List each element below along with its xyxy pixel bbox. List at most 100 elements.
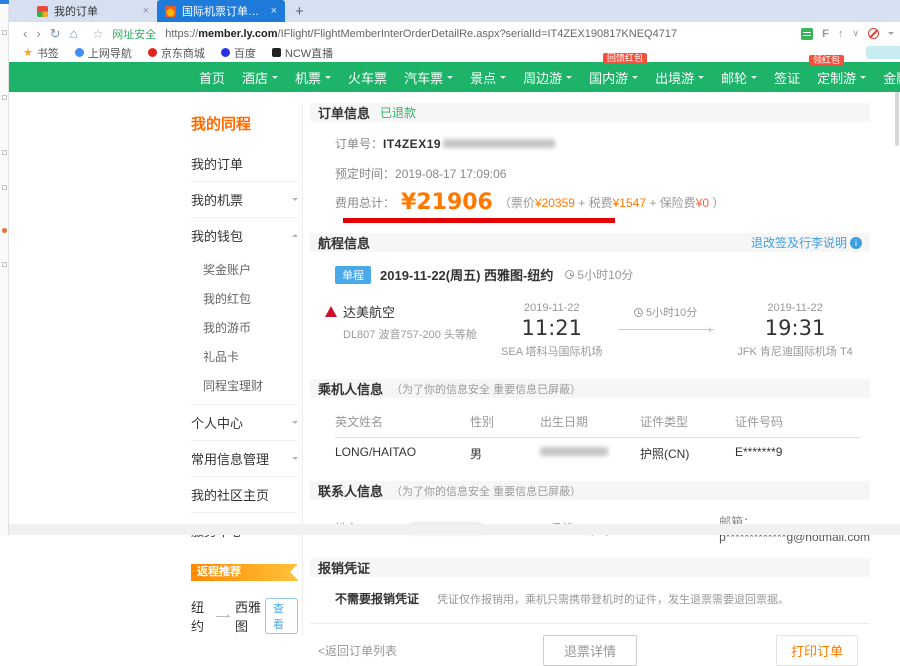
nav-item-outbound[interactable]: 出境游 <box>655 68 704 87</box>
tab-close-icon[interactable]: × <box>143 5 149 17</box>
total-cost-value: ¥21906 <box>401 190 493 215</box>
site-safety-label: 网址安全 <box>112 26 156 42</box>
arrival-column: 2019-11-22 19:31 JFK 肯尼迪国际机场 T4 <box>720 302 870 359</box>
flight-info-header: 航程信息 退改签及行李说明 <box>310 233 870 252</box>
sidebar-item-gift-cards[interactable]: 礼品卡 <box>203 342 298 371</box>
nav-item-scenic[interactable]: 景点 <box>470 68 506 87</box>
nav-promo-badge: 领红包 <box>809 55 844 66</box>
bookmark-favicon <box>272 48 281 57</box>
flight-number-aircraft-cabin: DL807 波音757-200 头等舱 <box>343 326 492 342</box>
refund-policy-link[interactable]: 退改签及行李说明 <box>751 234 862 251</box>
extension-icon[interactable] <box>801 28 813 40</box>
airline-name: 达美航空 <box>343 302 395 321</box>
back-to-orders-link[interactable]: <返回订单列表 <box>318 642 397 659</box>
promo-view-button[interactable]: 查看 <box>265 598 298 634</box>
sidebar-item-community[interactable]: 我的社区主页 <box>191 477 298 513</box>
booking-time-label: 预定时间： <box>335 165 395 182</box>
bookmarks-label: 书签 <box>37 45 59 61</box>
share-icon[interactable]: ↑ <box>838 28 844 40</box>
chevron-down-icon <box>698 76 704 82</box>
clock-icon <box>634 308 643 317</box>
col-header: 英文姓名 <box>335 413 470 430</box>
sidebar-wallet-submenu: 奖金账户 我的红包 我的游币 礼品卡 同程宝理财 <box>191 253 298 405</box>
section-title: 报销凭证 <box>318 558 370 577</box>
arrival-airport: JFK 肯尼迪国际机场 T4 <box>720 343 870 359</box>
nav-promo-badge: 回馈红包 <box>603 53 647 64</box>
new-tab-button[interactable]: + <box>285 0 314 22</box>
section-title: 联系人信息 <box>318 481 383 500</box>
chevron-down-icon <box>751 76 757 82</box>
tab-order-detail[interactable]: 国际机票订单明细 × <box>157 0 285 22</box>
nav-item-train[interactable]: 火车票 <box>348 68 387 87</box>
nav-item-domestic[interactable]: 国内游 <box>589 68 638 87</box>
sidebar-item-wealth[interactable]: 同程宝理财 <box>203 371 298 400</box>
chevron-down-icon <box>860 76 866 82</box>
red-highlight-bar <box>343 218 615 223</box>
chevron-down-icon[interactable]: ∨ <box>852 28 859 39</box>
sidebar-title: 我的同程 <box>191 113 298 134</box>
trip-type-badge: 单程 <box>335 266 371 284</box>
trip-summary-line: 单程 2019-11-22(周五) 西雅图-纽约 5小时10分 <box>335 265 870 284</box>
tab-title: 国际机票订单明细 <box>182 3 265 19</box>
bookmark-item[interactable]: NCW直播 <box>272 45 333 61</box>
nav-item-cruise[interactable]: 邮轮 <box>721 68 757 87</box>
section-title: 航程信息 <box>318 233 370 252</box>
footer-actions: <返回订单列表 退票详情 打印订单 <box>310 635 870 665</box>
flight-segment-row: 达美航空 DL807 波音757-200 头等舱 2019-11-22 11:2… <box>325 302 870 359</box>
refund-detail-button[interactable]: 退票详情 <box>543 635 637 666</box>
promo-tooltip-corner <box>866 46 900 59</box>
forward-icon[interactable]: › <box>36 27 40 40</box>
bottom-band <box>0 524 900 535</box>
bookmark-item[interactable]: 京东商城 <box>148 45 205 61</box>
table-header-row: 英文姓名 性别 出生日期 证件类型 证件号码 <box>335 406 860 438</box>
booking-time-value: 2019-08-17 17:09:06 <box>395 167 506 181</box>
flash-icon[interactable]: F <box>822 28 829 40</box>
chevron-down-icon <box>292 198 298 204</box>
sidebar-item-my-orders[interactable]: 我的订单 <box>191 146 298 182</box>
order-detail-main: 订单信息 已退款 订单号： IT4ZEX19 预定时间： 2019-08-17 … <box>310 103 870 665</box>
promo-to-city: 西雅图 <box>235 597 265 635</box>
tab-my-orders[interactable]: 我的订单 × <box>29 0 157 22</box>
sidebar-item-my-tickets[interactable]: 我的机票 <box>191 182 298 218</box>
arrival-date: 2019-11-22 <box>720 302 870 314</box>
departure-column: 2019-11-22 11:21 SEA 塔科马国际机场 <box>492 302 611 359</box>
address-bar[interactable]: https://member.ly.com/IFlight/FlightMemb… <box>165 28 677 40</box>
section-title: 乘机人信息 <box>318 379 383 398</box>
order-info-header: 订单信息 已退款 <box>310 103 870 122</box>
tab-close-icon[interactable]: × <box>271 5 277 17</box>
chevron-down-icon <box>292 421 298 427</box>
sidebar-item-travel-coins[interactable]: 我的游币 <box>203 313 298 342</box>
bookmark-item[interactable]: 百度 <box>221 45 256 61</box>
promo-banner: 返程推荐 <box>191 564 298 581</box>
nav-item-visa[interactable]: 签证 <box>774 68 800 87</box>
sidebar: 我的同程 我的订单 我的机票 我的钱包 奖金账户 我的红包 我的游币 礼品卡 同… <box>185 103 303 635</box>
nav-item-custom[interactable]: 定制游 <box>817 68 866 87</box>
edge-glyph <box>2 30 7 35</box>
edge-glyph <box>2 150 7 155</box>
back-icon[interactable]: ‹ <box>23 27 27 40</box>
sidebar-item-red-packets[interactable]: 我的红包 <box>203 284 298 313</box>
passenger-table: 英文姓名 性别 出生日期 证件类型 证件号码 LONG/HAITAO 男 护照(… <box>335 406 860 469</box>
sidebar-item-my-wallet[interactable]: 我的钱包 <box>191 218 298 253</box>
segment-duration: 5小时10分 <box>611 304 720 320</box>
nav-item-home[interactable]: 首页 <box>199 68 225 87</box>
nav-item-hotel[interactable]: 酒店 <box>242 68 278 87</box>
refresh-icon[interactable]: ↻ <box>50 27 61 40</box>
home-icon[interactable]: ⌂ <box>70 27 78 40</box>
bookmarks-root[interactable]: ★ 书签 <box>23 45 59 61</box>
route-arrow-icon <box>216 616 230 617</box>
adblock-icon[interactable] <box>868 28 879 39</box>
bookmark-item[interactable]: 上网导航 <box>75 45 132 61</box>
nav-item-nearby[interactable]: 周边游 <box>523 68 572 87</box>
chevron-down-icon <box>566 76 572 82</box>
nav-item-flight[interactable]: 机票 <box>295 68 331 87</box>
print-order-button[interactable]: 打印订单 <box>776 635 858 666</box>
sidebar-item-bonus-account[interactable]: 奖金账户 <box>203 255 298 284</box>
favorite-star-icon[interactable]: ☆ <box>92 27 103 41</box>
adblock-caret-icon[interactable] <box>888 32 894 38</box>
sidebar-item-common-info[interactable]: 常用信息管理 <box>191 441 298 477</box>
sidebar-item-personal-center[interactable]: 个人中心 <box>191 405 298 441</box>
browser-toolbar: ‹ › ↻ ⌂ ☆ 网址安全 https://member.ly.com/IFl… <box>9 22 900 45</box>
nav-item-bus[interactable]: 汽车票 <box>404 68 453 87</box>
nav-item-finance[interactable]: 金融 <box>883 68 900 87</box>
